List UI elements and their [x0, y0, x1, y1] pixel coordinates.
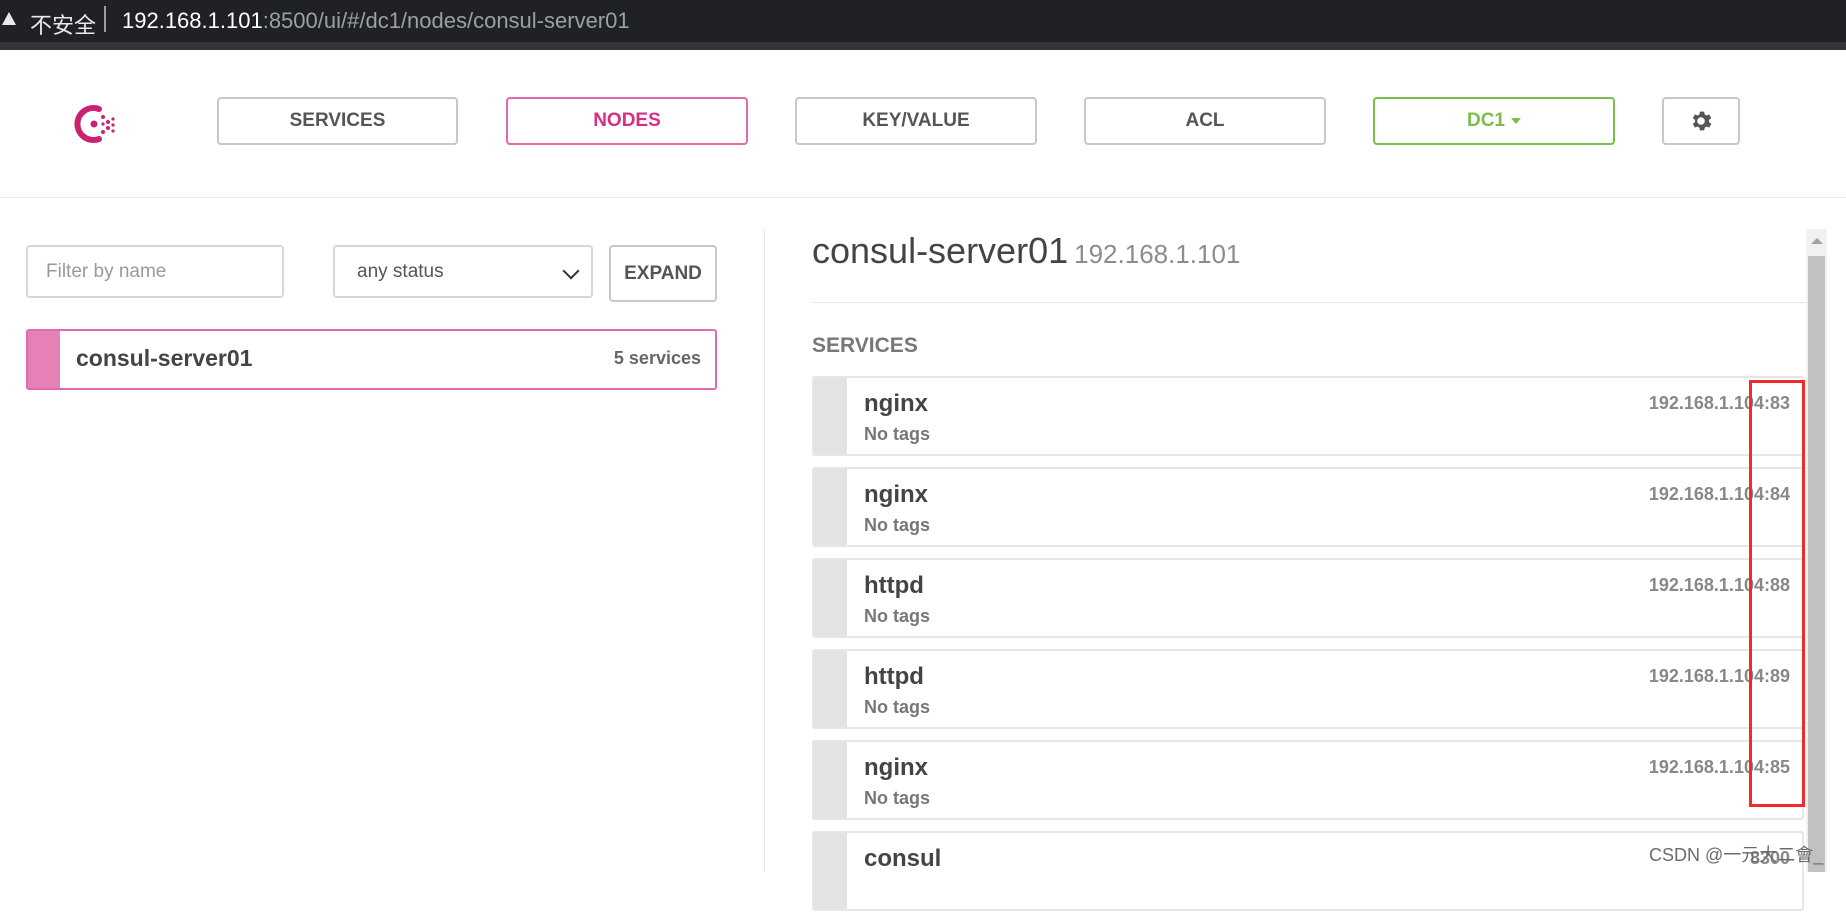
annotation-highlight-box: [1749, 380, 1805, 807]
detail-scrollbar[interactable]: [1806, 229, 1827, 872]
url-host: 192.168.1.101: [122, 8, 263, 33]
service-name: nginx: [864, 754, 928, 781]
settings-button[interactable]: [1662, 97, 1740, 145]
service-status-bar: [814, 742, 847, 818]
scroll-up-arrow-icon[interactable]: [1811, 238, 1823, 244]
service-status-bar: [814, 651, 847, 727]
nav-services-button[interactable]: SERVICES: [217, 97, 458, 145]
url-path: :8500/ui/#/dc1/nodes/consul-server01: [262, 8, 630, 33]
node-detail-title: consul-server01 192.168.1.101: [812, 230, 1240, 272]
service-row[interactable]: httpd No tags 192.168.1.104:88: [812, 558, 1804, 638]
datacenter-label: DC1: [1466, 110, 1505, 131]
detail-divider: [812, 302, 1807, 303]
node-services-count: 5 services: [613, 348, 701, 368]
gear-icon: [1692, 111, 1712, 131]
consul-logo[interactable]: [73, 101, 119, 147]
scrollbar-thumb[interactable]: [1808, 256, 1825, 872]
status-select[interactable]: any status: [333, 245, 593, 298]
address-separator: [104, 6, 106, 32]
service-status-bar: [814, 833, 847, 909]
service-row[interactable]: nginx No tags 192.168.1.104:85: [812, 740, 1804, 820]
service-row[interactable]: nginx No tags 192.168.1.104:84: [812, 467, 1804, 547]
chevron-down-icon: [562, 262, 580, 280]
datacenter-dropdown[interactable]: DC1: [1373, 97, 1615, 145]
service-name: httpd: [864, 663, 924, 690]
panel-divider: [764, 229, 765, 872]
detail-node-name: consul-server01: [812, 230, 1069, 271]
status-selected-value: any status: [357, 260, 444, 282]
services-heading: SERVICES: [812, 334, 918, 357]
nav-nodes-button[interactable]: NODES: [506, 97, 748, 145]
nav-keyvalue-button[interactable]: KEY/VALUE: [795, 97, 1037, 145]
detail-node-ip: 192.168.1.101: [1074, 239, 1241, 269]
service-name: nginx: [864, 390, 928, 417]
expand-button[interactable]: EXPAND: [609, 245, 717, 302]
service-tags: No tags: [864, 606, 931, 626]
watermark: CSDN @一元大二會_: [1649, 845, 1824, 865]
service-tags: No tags: [864, 424, 931, 444]
service-tags: No tags: [864, 697, 931, 717]
browser-toolbar-strip: [0, 42, 1846, 50]
warning-icon: [2, 12, 16, 25]
service-status-bar: [814, 469, 847, 545]
caret-down-icon: [1511, 118, 1521, 124]
filter-by-name-input[interactable]: [26, 245, 284, 298]
service-status-bar: [814, 378, 847, 454]
service-status-bar: [814, 560, 847, 636]
node-list-item[interactable]: consul-server01 5 services: [26, 329, 717, 390]
service-row[interactable]: nginx No tags 192.168.1.104:83: [812, 376, 1804, 456]
service-name: httpd: [864, 572, 924, 599]
nav-acl-button[interactable]: ACL: [1084, 97, 1326, 145]
service-tags: No tags: [864, 515, 931, 535]
service-tags: No tags: [864, 788, 931, 808]
node-status-bar: [28, 331, 60, 388]
security-label: 不安全: [30, 13, 97, 38]
service-row[interactable]: httpd No tags 192.168.1.104:89: [812, 649, 1804, 729]
node-name: consul-server01: [76, 345, 253, 371]
address-url[interactable]: 192.168.1.101:8500/ui/#/dc1/nodes/consul…: [122, 8, 630, 34]
service-name: nginx: [864, 481, 928, 508]
service-name: consul: [864, 845, 942, 872]
browser-address-bar[interactable]: 不安全 192.168.1.101:8500/ui/#/dc1/nodes/co…: [0, 0, 1846, 42]
